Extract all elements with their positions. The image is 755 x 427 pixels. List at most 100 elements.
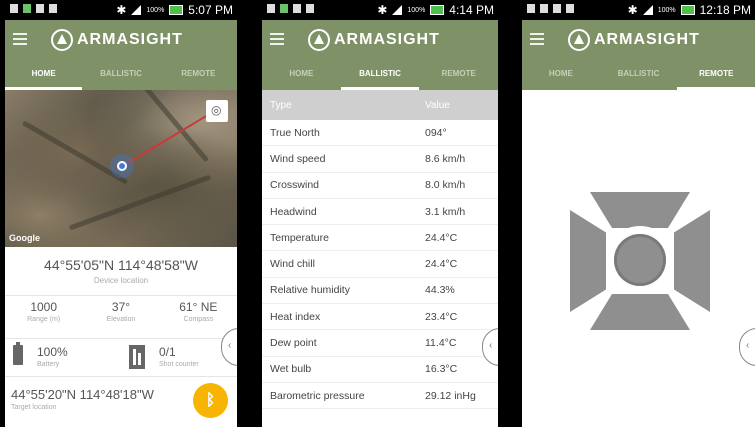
my-location-button[interactable] — [206, 100, 228, 122]
row-type: Wind chill — [270, 258, 315, 271]
device-location: 44°55'05"N 114°48'58"W Device location — [5, 247, 237, 295]
image-icon — [306, 4, 314, 13]
bluetooth-button[interactable]: ᛒ — [193, 383, 228, 418]
brand-logo: ARMASIGHT — [568, 29, 700, 51]
usb-icon — [267, 4, 275, 13]
battery-status-icon — [430, 5, 445, 15]
shield-icon — [36, 4, 44, 13]
home-screen: ✱ 100% 5:07 PM ARMASIGHT HOME BALLISTIC RE… — [5, 0, 237, 427]
battery-percent: 100% — [146, 6, 165, 14]
signal-icon — [642, 5, 653, 15]
android-icon — [23, 4, 31, 13]
bluetooth-status-icon: ✱ — [377, 3, 388, 17]
row-value: 16.3°C — [425, 363, 458, 376]
tab-ballistic[interactable]: BALLISTIC — [82, 61, 159, 90]
tab-home[interactable]: HOME — [522, 61, 600, 90]
remote-screen: ✱ 100% 12:18 PM ARMASIGHT HOME BALLISTIC R… — [522, 0, 755, 427]
shot-counter-cell: 0/1 Shot counter — [121, 345, 237, 376]
tab-home[interactable]: HOME — [5, 61, 83, 90]
menu-icon[interactable] — [13, 33, 27, 45]
app-bar: ARMASIGHT — [522, 20, 755, 61]
stat-elevation: 37° Elevation — [106, 300, 136, 323]
stats-row: 1000 Range (m) 37° Elevation 61° NE Compass — [5, 295, 237, 338]
app-bar: ARMASIGHT — [262, 20, 498, 61]
row-type: Heat index — [270, 310, 321, 323]
row-value: 8.6 km/h — [425, 152, 466, 165]
dpad-left-button[interactable] — [570, 210, 606, 312]
table-row: Barometric pressure 29.12 inHg — [262, 383, 498, 410]
menu-icon[interactable] — [270, 33, 284, 45]
image-icon — [49, 4, 57, 13]
bluetooth-status-icon: ✱ — [627, 3, 638, 17]
satellite-map[interactable]: Google — [5, 90, 237, 247]
shield-icon — [540, 4, 548, 13]
usb-icon — [527, 4, 535, 13]
row-value: 44.3% — [425, 284, 455, 297]
tab-remote[interactable]: REMOTE — [419, 61, 498, 90]
row-type: Barometric pressure — [270, 389, 365, 402]
bluetooth-status-icon: ✱ — [116, 3, 127, 17]
logo-icon — [308, 29, 330, 51]
remote-dpad — [570, 192, 710, 330]
status-bar: ✱ 100% 12:18 PM — [522, 0, 755, 20]
tab-bar: HOME BALLISTIC REMOTE — [522, 61, 755, 90]
row-type: Headwind — [270, 205, 317, 218]
battery-percent: 100% — [657, 6, 676, 14]
table-row: Relative humidity 44.3% — [262, 278, 498, 305]
tab-bar: HOME BALLISTIC REMOTE — [262, 61, 498, 90]
usb-icon — [10, 4, 18, 13]
ballistic-screen: ✱ 100% 4:14 PM ARMASIGHT HOME BALLISTIC RE… — [262, 0, 498, 427]
tab-ballistic[interactable]: BALLISTIC — [340, 61, 420, 90]
battery-status-icon — [169, 5, 184, 15]
tab-remote[interactable]: REMOTE — [677, 61, 755, 90]
map-attribution: Google — [9, 233, 40, 243]
side-drawer-handle[interactable]: ‹ — [739, 328, 755, 366]
dpad-right-button[interactable] — [674, 210, 710, 312]
battery-percent: 100% — [407, 6, 426, 14]
status-bar: ✱ 100% 5:07 PM — [5, 0, 237, 20]
shield-icon — [293, 4, 301, 13]
row-value: 23.4°C — [425, 310, 458, 323]
table-row: Wet bulb 16.3°C — [262, 357, 498, 383]
table-row: Crosswind 8.0 km/h — [262, 173, 498, 199]
battery-cell: 100% Battery — [5, 342, 121, 376]
tab-ballistic[interactable]: BALLISTIC — [600, 61, 678, 90]
cast-icon — [566, 4, 574, 13]
logo-icon — [568, 29, 590, 51]
row-value: 24.4°C — [425, 258, 458, 271]
header-value: Value — [425, 99, 450, 111]
dpad-down-button[interactable] — [590, 294, 690, 330]
row-type: Relative humidity — [270, 284, 350, 297]
battery-status-icon — [680, 5, 695, 15]
device-marker — [117, 161, 127, 171]
row-type: Dew point — [270, 337, 317, 350]
target-location: 44°55'20"N 114°48'18"W Target location ᛒ — [5, 376, 237, 418]
brand-logo: ARMASIGHT — [51, 29, 183, 51]
table-row: Heat index 23.4°C — [262, 304, 498, 331]
battery-icon — [13, 342, 23, 365]
table-row: Headwind 3.1 km/h — [262, 199, 498, 226]
table-row: Temperature 24.4°C — [262, 225, 498, 252]
tab-bar: HOME BALLISTIC REMOTE — [5, 61, 237, 90]
table-header: Type Value — [262, 90, 498, 120]
tab-home[interactable]: HOME — [262, 61, 341, 90]
logo-icon — [51, 29, 73, 51]
brand-logo: ARMASIGHT — [308, 29, 440, 51]
dpad-center-button[interactable] — [614, 234, 666, 286]
ammo-icon — [129, 345, 145, 369]
row-type: Temperature — [270, 231, 329, 244]
menu-icon[interactable] — [530, 33, 544, 45]
table-row: Wind chill 24.4°C — [262, 251, 498, 278]
target-line — [122, 111, 213, 167]
tab-remote[interactable]: REMOTE — [160, 61, 237, 90]
row-type: Wet bulb — [270, 363, 312, 376]
stat-range: 1000 Range (m) — [27, 300, 61, 323]
row-type: Crosswind — [270, 179, 320, 192]
bluetooth-icon: ᛒ — [205, 392, 216, 409]
device-coordinates: 44°55'05"N 114°48'58"W — [44, 257, 198, 273]
device-status-row: 100% Battery 0/1 Shot counter — [5, 338, 237, 376]
ballistic-table: True North 094° Wind speed 8.6 km/h Crosswin… — [262, 120, 498, 410]
table-row: Wind speed 8.6 km/h — [262, 146, 498, 173]
android-icon — [280, 4, 288, 13]
dpad-up-button[interactable] — [590, 192, 690, 228]
